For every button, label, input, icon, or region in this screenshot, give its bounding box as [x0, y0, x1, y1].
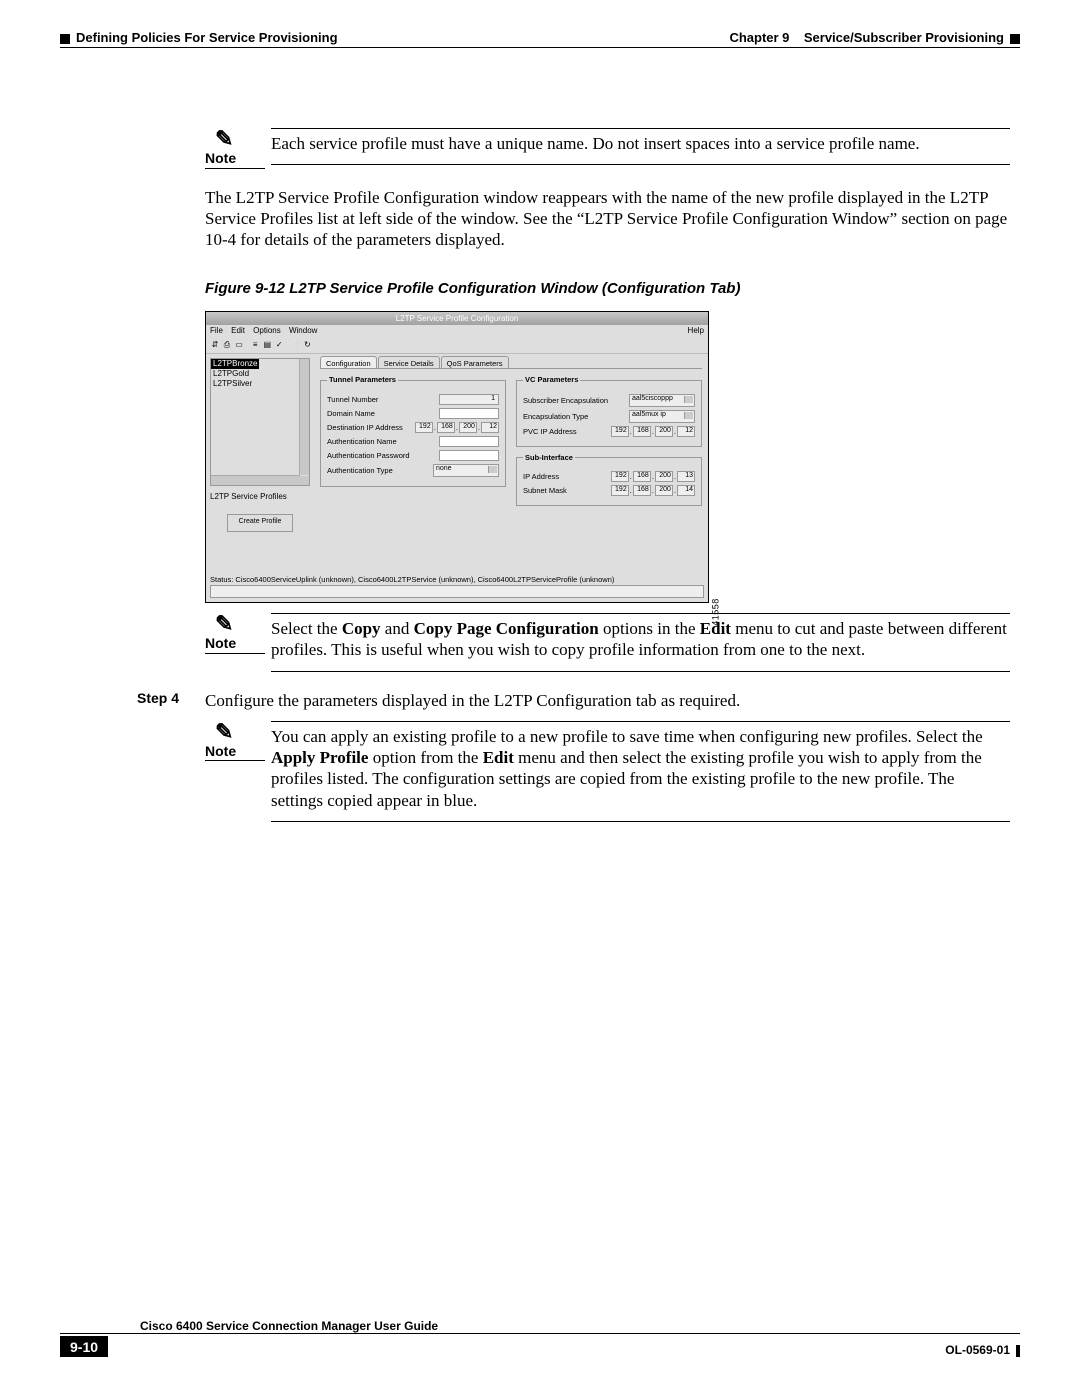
ip-address-field[interactable]: 192. 168. 200. 13: [611, 471, 695, 482]
menu-edit[interactable]: Edit: [231, 326, 245, 335]
note-label: Note: [205, 635, 265, 654]
sidebar: L2TPBronze L2TPGold L2TPSilver L2TP Serv…: [206, 354, 314, 569]
note-label: Note: [205, 150, 265, 169]
auth-type-label: Authentication Type: [327, 466, 429, 475]
help-icon[interactable]: ❔: [290, 340, 300, 350]
note-label: Note: [205, 743, 265, 762]
tab-qos-parameters[interactable]: QoS Parameters: [441, 356, 509, 368]
auth-name-field[interactable]: [439, 436, 499, 447]
pencil-icon: ✎: [215, 128, 265, 150]
note-text: Each service profile must have a unique …: [271, 128, 1010, 165]
doc-number: OL-0569-01: [945, 1343, 1010, 1357]
tab-service-details[interactable]: Service Details: [378, 356, 440, 368]
auth-name-label: Authentication Name: [327, 437, 435, 446]
menubar: File Edit Options Window Help: [206, 325, 708, 337]
menu-options[interactable]: Options: [253, 326, 281, 335]
sub-encap-select[interactable]: aal5ciscoppp: [629, 394, 695, 407]
scrollbar-vertical[interactable]: [299, 359, 309, 475]
l2tp-config-window: L2TP Service Profile Configuration File …: [205, 311, 709, 603]
scrollbar-horizontal[interactable]: [211, 475, 300, 485]
subnet-mask-field[interactable]: 192. 168. 200. 14: [611, 485, 695, 496]
ip-address-label: IP Address: [523, 472, 607, 481]
pvc-ip-field[interactable]: 192. 168. 200. 12: [611, 426, 695, 437]
sub-interface-group: Sub-Interface IP Address 192. 168. 200. …: [516, 453, 702, 506]
refresh-icon[interactable]: ↻: [302, 340, 312, 350]
page-footer: Cisco 6400 Service Connection Manager Us…: [60, 1319, 1020, 1357]
figure-caption: Figure 9-12 L2TP Service Profile Configu…: [205, 280, 1010, 299]
menu-file[interactable]: File: [210, 326, 223, 335]
toolbar-icon[interactable]: ≡: [250, 340, 260, 350]
list-item-selected[interactable]: L2TPBronze: [211, 359, 259, 369]
print-icon[interactable]: ⎙: [222, 340, 232, 350]
status-bar: Status: Cisco6400ServiceUplink (unknown)…: [210, 575, 704, 598]
vc-parameters-group: VC Parameters Subscriber Encapsulation aa…: [516, 375, 702, 446]
toolbar-icon[interactable]: ▭: [234, 340, 244, 350]
note-text: Select the Copy and Copy Page Configurat…: [271, 613, 1010, 672]
tunnel-legend: Tunnel Parameters: [327, 375, 398, 384]
auth-type-select[interactable]: none: [433, 464, 499, 477]
create-profile-button[interactable]: Create Profile: [227, 514, 293, 532]
toolbar-icon[interactable]: ▤: [262, 340, 272, 350]
page-number: 9-10: [60, 1336, 108, 1357]
header-chapter: Chapter 9: [729, 30, 789, 45]
check-icon[interactable]: ✓: [274, 340, 284, 350]
tabs: Configuration Service Details QoS Parame…: [320, 356, 702, 368]
encap-type-select[interactable]: aal5mux ip: [629, 410, 695, 423]
dest-ip-field[interactable]: 192. 168. 200. 12: [415, 422, 499, 433]
domain-name-label: Domain Name: [327, 409, 435, 418]
vc-legend: VC Parameters: [523, 375, 580, 384]
footer-guide-title: Cisco 6400 Service Connection Manager Us…: [60, 1319, 1020, 1333]
figure-id: 41558: [711, 598, 722, 626]
auth-password-field[interactable]: [439, 450, 499, 461]
note-block: ✎ Note Each service profile must have a …: [205, 128, 1010, 169]
pencil-icon: ✎: [215, 721, 265, 743]
page-header: Defining Policies For Service Provisioni…: [60, 30, 1020, 45]
dest-ip-label: Destination IP Address: [327, 423, 411, 432]
auth-password-label: Authentication Password: [327, 451, 435, 460]
domain-name-field[interactable]: [439, 408, 499, 419]
step-text: Configure the parameters displayed in th…: [205, 690, 1010, 711]
step-row: Step 4 Configure the parameters displaye…: [137, 690, 1010, 711]
note-block: ✎ Note Select the Copy and Copy Page Con…: [205, 613, 1010, 672]
encap-type-label: Encapsulation Type: [523, 412, 625, 421]
tab-configuration[interactable]: Configuration: [320, 356, 377, 368]
menu-help[interactable]: Help: [688, 326, 704, 335]
sub-encap-label: Subscriber Encapsulation: [523, 396, 625, 405]
profiles-listbox[interactable]: L2TPBronze L2TPGold L2TPSilver: [210, 358, 310, 486]
sub-interface-legend: Sub-Interface: [523, 453, 575, 462]
tunnel-parameters-group: Tunnel Parameters Tunnel Number 1 Domain …: [320, 375, 506, 486]
list-item[interactable]: L2TPGold: [211, 369, 309, 379]
toolbar: ⇵ ⎙ ▭ ≡ ▤ ✓ ❔ ↻: [206, 337, 708, 354]
toolbar-icon[interactable]: ⇵: [210, 340, 220, 350]
step-label: Step 4: [137, 690, 205, 711]
subnet-mask-label: Subnet Mask: [523, 486, 607, 495]
pvc-ip-label: PVC IP Address: [523, 427, 607, 436]
header-left: Defining Policies For Service Provisioni…: [76, 30, 338, 45]
tunnel-number-field[interactable]: 1: [439, 394, 499, 405]
menu-window[interactable]: Window: [289, 326, 317, 335]
status-text: Status: Cisco6400ServiceUplink (unknown)…: [210, 575, 704, 584]
window-titlebar: L2TP Service Profile Configuration: [206, 312, 708, 325]
pencil-icon: ✎: [215, 613, 265, 635]
header-title: Service/Subscriber Provisioning: [804, 30, 1004, 45]
profiles-label: L2TP Service Profiles: [210, 492, 310, 502]
body-paragraph: The L2TP Service Profile Configuration w…: [205, 187, 1010, 251]
list-item[interactable]: L2TPSilver: [211, 379, 309, 389]
note-text: You can apply an existing profile to a n…: [271, 721, 1010, 822]
note-block: ✎ Note You can apply an existing profile…: [205, 721, 1010, 822]
tunnel-number-label: Tunnel Number: [327, 395, 435, 404]
